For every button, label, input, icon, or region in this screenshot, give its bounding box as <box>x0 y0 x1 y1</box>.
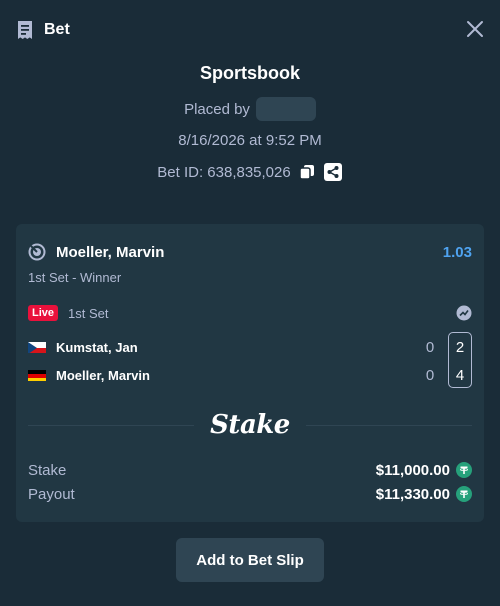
player-row: Moeller, Marvin 0 4 <box>28 365 472 385</box>
stake-label: Stake <box>28 461 67 479</box>
modal-header: Bet <box>0 0 500 60</box>
bet-source: Sportsbook <box>199 63 300 83</box>
placed-by: Placed by <box>0 97 500 121</box>
live-badge: Live <box>28 305 59 321</box>
bet-card: Moeller, Marvin 1.03 1st Set - Winner Li… <box>16 224 484 522</box>
modal-title: Bet <box>44 21 70 38</box>
stats-icon[interactable] <box>456 305 472 321</box>
player-name: Kumstat, Jan <box>56 339 138 355</box>
period-label: 1st Set <box>68 305 109 321</box>
placed-by-label: Placed by <box>184 100 250 118</box>
payout-amount: $11,330.00 <box>375 485 450 503</box>
divider <box>305 424 473 426</box>
stake-amount: $11,000.00 <box>375 461 450 479</box>
czech-flag-icon <box>28 341 46 353</box>
divider <box>28 424 195 426</box>
add-to-bet-slip-button[interactable]: Add to Bet Slip <box>176 538 324 582</box>
share-icon[interactable] <box>323 162 343 182</box>
current-set-score-box <box>448 332 472 388</box>
player-sets: 0 <box>425 338 435 356</box>
player-row: Kumstat, Jan 0 2 <box>28 337 472 357</box>
stake-row: Stake $11,000.00 <box>28 460 472 480</box>
copy-icon[interactable] <box>297 162 317 182</box>
bet-date: 8/16/2026 at 9:52 PM <box>178 132 322 149</box>
payout-row: Payout $11,330.00 <box>28 484 472 504</box>
bet-id-row: Bet ID: 638,835,026 <box>0 162 500 182</box>
live-row: Live 1st Set <box>28 304 472 322</box>
close-icon[interactable] <box>466 20 484 38</box>
player-sets: 0 <box>425 366 435 384</box>
market-name: 1st Set - Winner <box>28 270 122 285</box>
odds: 1.03 <box>442 243 472 261</box>
tennis-icon <box>28 243 46 261</box>
stake-logo: Stake <box>210 410 290 440</box>
user-name-hidden[interactable] <box>255 97 316 121</box>
bet-id: Bet ID: 638,835,026 <box>157 163 291 181</box>
selection-row: Moeller, Marvin 1.03 <box>28 242 472 262</box>
logo-divider: Stake <box>28 407 473 443</box>
tether-icon <box>456 486 472 502</box>
selection-name: Moeller, Marvin <box>56 243 165 261</box>
receipt-icon <box>16 20 36 40</box>
tether-icon <box>456 462 472 478</box>
payout-label: Payout <box>28 485 75 503</box>
player-name: Moeller, Marvin <box>56 367 150 383</box>
germany-flag-icon <box>28 369 46 381</box>
